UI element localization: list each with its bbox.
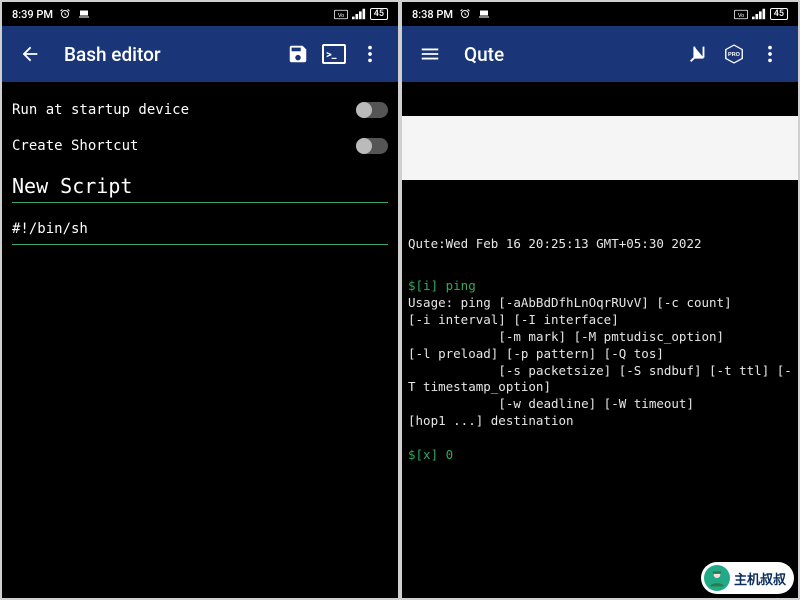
app-title: Qute: [464, 43, 680, 66]
phone-left: 8:39 PM Vo 45 Bash editor >_: [2, 2, 398, 598]
volte-icon: Vo: [334, 9, 348, 20]
create-shortcut-label: Create Shortcut: [12, 138, 138, 154]
status-bar: 8:38 PM Vo 45: [402, 2, 798, 26]
svg-text:PRO: PRO: [728, 52, 741, 58]
terminal-prompt-exit: $[x] 0: [408, 447, 453, 462]
terminal-header-line: Qute:Wed Feb 16 20:25:13 GMT+05:30 2022: [408, 236, 792, 253]
alarm-icon: [59, 8, 71, 20]
signal-icon: [752, 8, 766, 20]
create-shortcut-toggle[interactable]: [356, 138, 388, 154]
svg-text:Vo: Vo: [738, 12, 744, 18]
terminal-prompt-input: $[i] ping: [408, 278, 476, 293]
new-session-button[interactable]: [680, 36, 716, 72]
blank-band: [402, 116, 798, 180]
phone-right: 8:38 PM Vo 45 Qute: [402, 2, 798, 598]
laptop-icon: [477, 8, 491, 20]
battery-level: 45: [770, 8, 788, 20]
status-bar: 8:39 PM Vo 45: [2, 2, 398, 26]
run-terminal-button[interactable]: >_: [316, 36, 352, 72]
setting-create-shortcut: Create Shortcut: [12, 128, 388, 164]
script-name-input[interactable]: [12, 170, 388, 203]
menu-button[interactable]: [412, 36, 448, 72]
svg-text:Vo: Vo: [338, 12, 344, 18]
battery-level: 45: [370, 8, 388, 20]
more-menu-button[interactable]: [752, 36, 788, 72]
run-at-startup-toggle[interactable]: [356, 102, 388, 118]
back-button[interactable]: [12, 36, 48, 72]
laptop-icon: [77, 8, 91, 20]
volte-icon: Vo: [734, 9, 748, 20]
status-left: 8:38 PM: [412, 8, 491, 21]
setting-run-at-startup: Run at startup device: [12, 92, 388, 128]
watermark-avatar-icon: [704, 565, 730, 591]
more-menu-button[interactable]: [352, 36, 388, 72]
save-button[interactable]: [280, 36, 316, 72]
status-right: Vo 45: [334, 8, 388, 20]
watermark-text: 主机叔叔: [734, 569, 786, 588]
terminal-content[interactable]: Qute:Wed Feb 16 20:25:13 GMT+05:30 2022 …: [402, 82, 798, 520]
run-at-startup-label: Run at startup device: [12, 102, 189, 118]
terminal-body[interactable]: Qute:Wed Feb 16 20:25:13 GMT+05:30 2022 …: [402, 214, 798, 487]
status-time: 8:38 PM: [412, 8, 453, 21]
pro-badge[interactable]: PRO: [716, 36, 752, 72]
signal-icon: [352, 8, 366, 20]
alarm-icon: [459, 8, 471, 20]
app-bar-left: Bash editor >_: [2, 26, 398, 82]
terminal-output: Usage: ping [-aAbBdDfhLnOqrRUvV] [-c cou…: [408, 295, 792, 430]
script-body-input[interactable]: [12, 217, 388, 245]
editor-content: Run at startup device Create Shortcut: [2, 82, 398, 259]
app-title: Bash editor: [64, 43, 280, 66]
status-left: 8:39 PM: [12, 8, 91, 21]
app-bar-right: Qute PRO: [402, 26, 798, 82]
status-right: Vo 45: [734, 8, 788, 20]
status-time: 8:39 PM: [12, 8, 53, 21]
watermark-badge: 主机叔叔: [701, 562, 794, 594]
